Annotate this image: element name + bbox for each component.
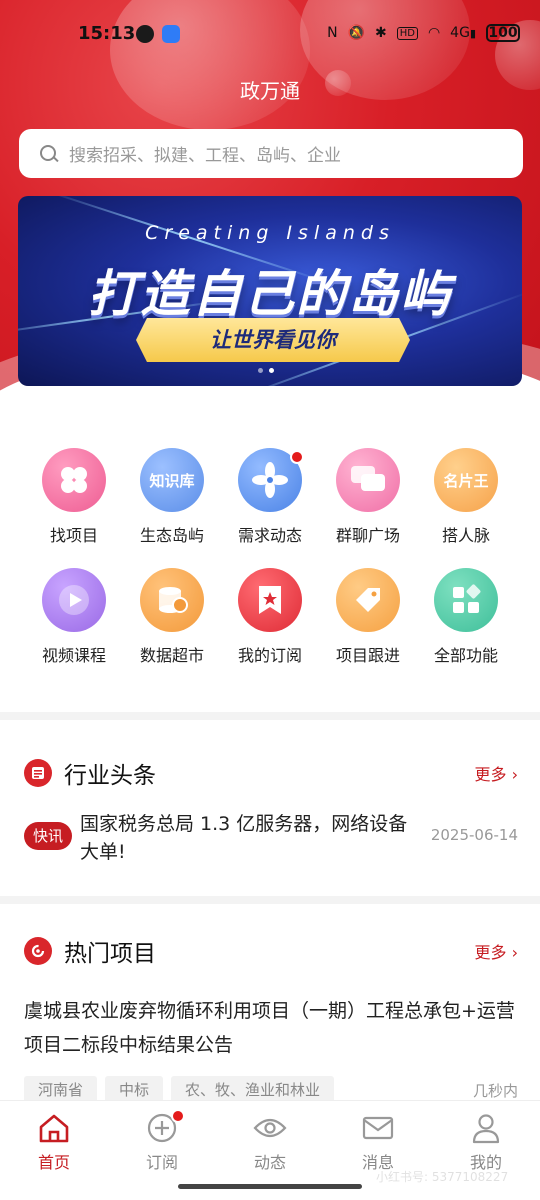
tab-profile[interactable]: 我的: [432, 1101, 540, 1200]
search-icon: [39, 144, 59, 164]
hd-icon: HD: [396, 26, 418, 40]
icon-text: 知识库: [149, 471, 195, 490]
app-notification-icon: [162, 25, 180, 43]
grid-item-find-project[interactable]: 找项目: [25, 448, 123, 546]
chevron-right-icon: ›: [511, 943, 518, 962]
wechat-icon: [136, 25, 154, 43]
tab-label: 订阅: [145, 1153, 178, 1172]
grid-label: 我的订阅: [237, 646, 302, 665]
play-icon: [42, 568, 106, 632]
grid-label: 找项目: [49, 526, 98, 545]
grid-item-my-subscription[interactable]: 我的订阅: [221, 568, 319, 666]
grid-label: 生态岛屿: [139, 526, 204, 545]
pagination-dot-active[interactable]: [269, 368, 274, 373]
project-title[interactable]: 虞城县农业废弃物循环利用项目（一期）工程总承包+运营项目二标段中标结果公告: [24, 994, 518, 1062]
grid-item-data-market[interactable]: 数据超市: [123, 568, 221, 666]
home-screen: 15:13 N 🔕 ✱ HD ◠ 4G▮ 100 政万通 搜索招采、拟建、工程、…: [0, 0, 540, 1200]
grid-label: 数据超市: [139, 646, 204, 665]
grid-item-all-functions[interactable]: 全部功能: [417, 568, 515, 666]
section-divider: [0, 712, 540, 720]
network-type: 4G: [450, 25, 470, 41]
more-label: 更多: [474, 943, 507, 962]
clover-icon: [42, 448, 106, 512]
mute-icon: 🔕: [347, 25, 365, 41]
banner-ribbon: 让世界看见你: [136, 318, 410, 362]
status-time: 15:13: [78, 23, 136, 44]
projects-section-title: 热门项目: [64, 941, 156, 967]
eye-icon: [253, 1111, 287, 1145]
home-indicator[interactable]: [178, 1184, 362, 1189]
mail-icon: [361, 1111, 395, 1145]
pagination-dot[interactable]: [258, 368, 263, 373]
grid-label: 群聊广场: [335, 526, 400, 545]
apps-grid-icon: [434, 568, 498, 632]
wifi-icon: ◠: [427, 25, 441, 41]
notification-badge: [290, 450, 304, 464]
status-bar: 15:13 N 🔕 ✱ HD ◠ 4G▮ 100: [0, 20, 540, 50]
chat-bubbles-icon: [336, 448, 400, 512]
projects-more-link[interactable]: 更多 ›: [474, 939, 518, 963]
grid-item-project-follow[interactable]: 项目跟进: [319, 568, 417, 666]
grid-label: 搭人脉: [441, 526, 490, 545]
promo-banner[interactable]: Creating Islands 打造自己的岛屿 让世界看见你: [18, 196, 522, 386]
tag-icon: [336, 568, 400, 632]
banner-subtitle: Creating Islands: [145, 222, 395, 244]
database-icon: [140, 568, 204, 632]
function-grid: 找项目 知识库 生态岛屿 需求动态 群聊广场 名片王 搭人脉 视频课程 数据超市…: [25, 448, 515, 666]
project-time: 几秒内: [472, 1082, 518, 1100]
news-more-link[interactable]: 更多 ›: [474, 761, 518, 785]
grid-label: 项目跟进: [335, 646, 400, 665]
notification-badge: [171, 1109, 185, 1123]
news-headline: 国家税务总局 1.3 亿服务器，网络设备大单!: [80, 813, 408, 863]
home-icon: [37, 1111, 71, 1145]
signal-icon: 4G▮: [450, 25, 476, 41]
tab-label: 首页: [37, 1153, 70, 1172]
search-placeholder: 搜索招采、拟建、工程、岛屿、企业: [69, 146, 341, 166]
news-date: 2025-06-14: [430, 826, 518, 844]
chevron-right-icon: ›: [511, 765, 518, 784]
news-section-title: 行业头条: [64, 763, 156, 789]
grid-item-video-course[interactable]: 视频课程: [25, 568, 123, 666]
more-label: 更多: [474, 765, 507, 784]
tab-label: 动态: [253, 1153, 286, 1172]
grid-item-group-chat[interactable]: 群聊广场: [319, 448, 417, 546]
user-icon: [469, 1111, 503, 1145]
grid-item-demand-feed[interactable]: 需求动态: [221, 448, 319, 546]
grid-item-network[interactable]: 名片王 搭人脉: [417, 448, 515, 546]
icon-text: 名片王: [443, 471, 489, 490]
bookmark-star-icon: [238, 568, 302, 632]
fan-icon: [238, 448, 304, 512]
banner-headline: 打造自己的岛屿: [88, 265, 452, 323]
refresh-icon: [24, 937, 52, 965]
nfc-icon: N: [327, 25, 338, 41]
status-icons: N 🔕 ✱ HD ◠ 4G▮ 100: [327, 24, 520, 42]
grid-label: 视频课程: [41, 646, 106, 665]
app-title: 政万通: [240, 79, 300, 103]
news-section-header: 行业头条 更多 ›: [24, 757, 518, 789]
tab-home[interactable]: 首页: [0, 1101, 108, 1200]
grid-label: 全部功能: [433, 646, 498, 665]
news-flash-badge: 快讯: [24, 822, 72, 850]
newspaper-icon: [24, 759, 52, 787]
grid-label: 需求动态: [237, 526, 302, 545]
search-bar[interactable]: 搜索招采、拟建、工程、岛屿、企业: [19, 129, 523, 178]
plus-circle-icon: [145, 1109, 185, 1145]
section-divider: [0, 896, 540, 904]
banner-pagination: [258, 368, 274, 373]
grid-item-eco-island[interactable]: 知识库 生态岛屿: [123, 448, 221, 546]
business-card-icon: 名片王: [434, 448, 498, 512]
bluetooth-icon: ✱: [374, 25, 387, 41]
watermark: 小红书号: 5377108227: [376, 1170, 509, 1184]
battery-icon: 100: [486, 24, 520, 42]
projects-section-header: 热门项目 更多 ›: [24, 935, 518, 967]
knowledge-base-icon: 知识库: [140, 448, 204, 512]
